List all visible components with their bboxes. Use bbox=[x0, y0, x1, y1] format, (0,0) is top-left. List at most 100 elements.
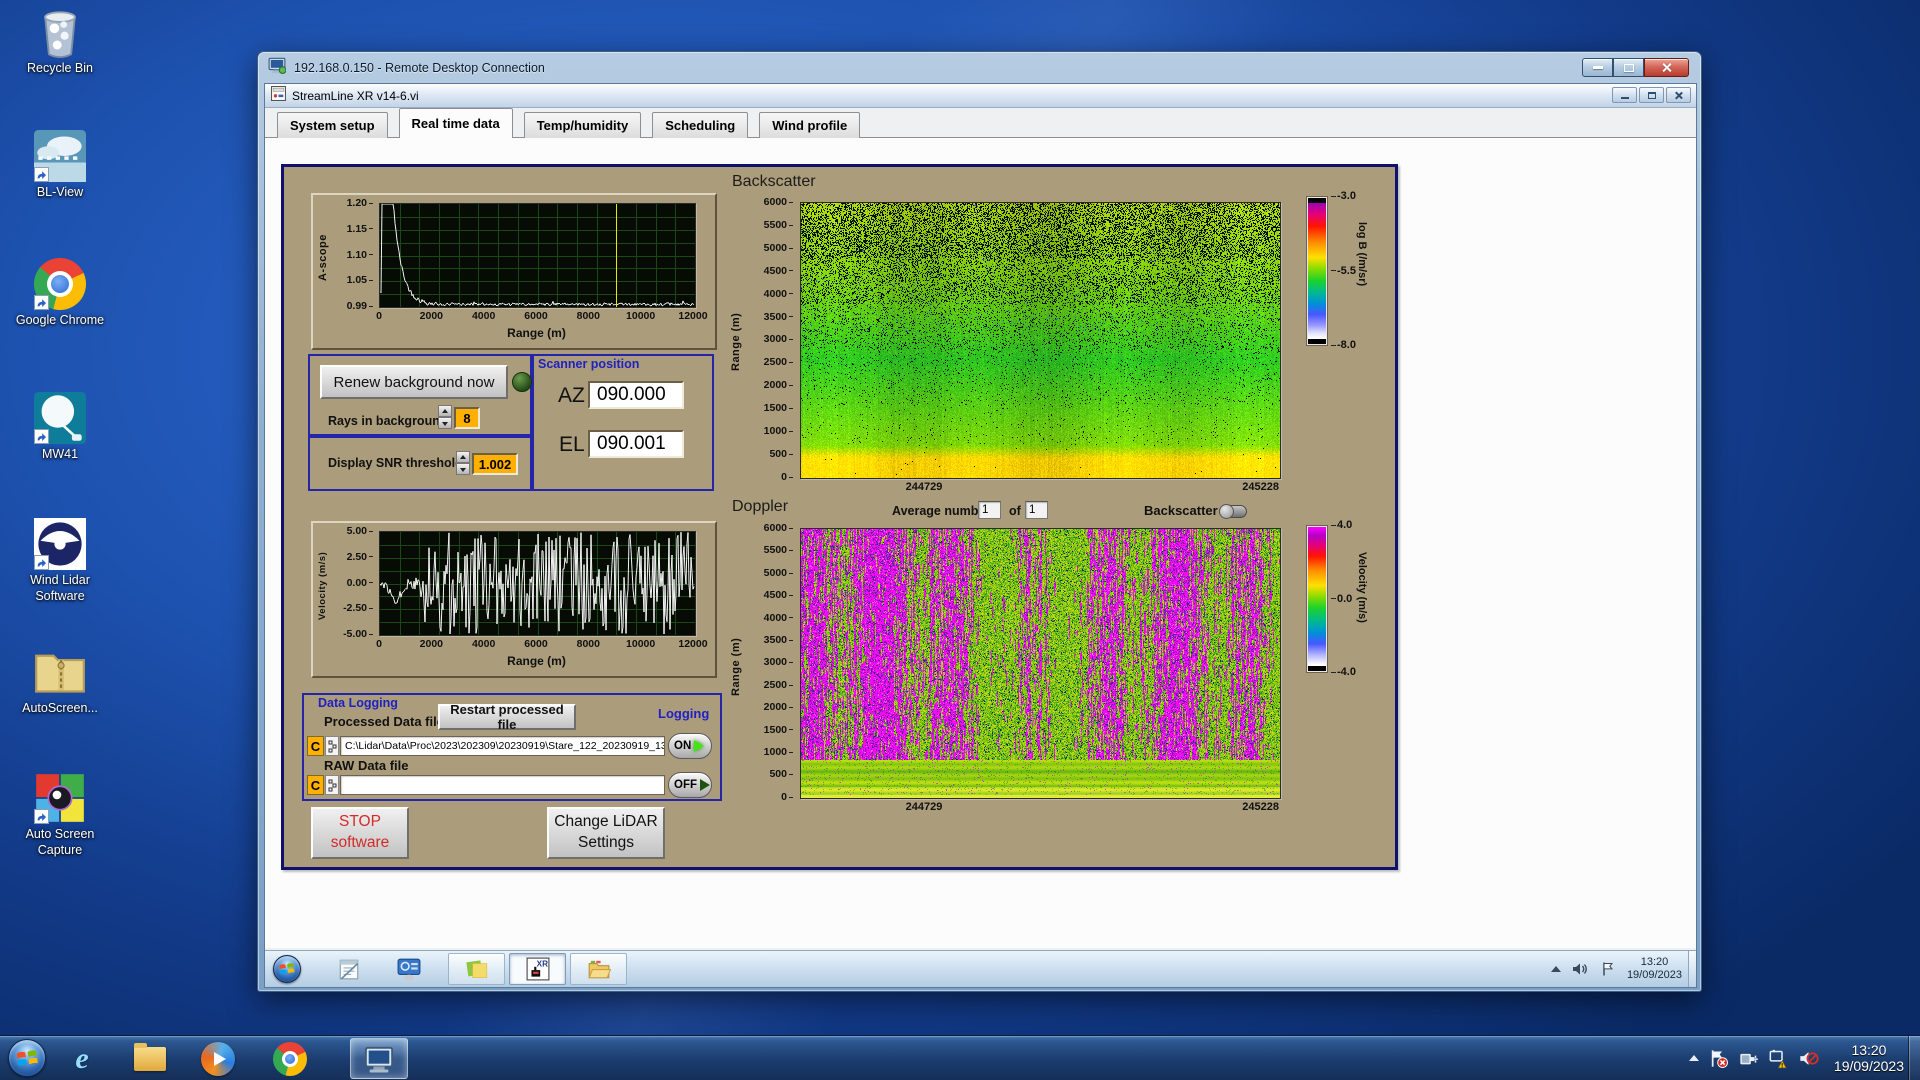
app-window-controls bbox=[1610, 87, 1691, 103]
volume-muted-icon[interactable] bbox=[1798, 1048, 1819, 1069]
app-window: StreamLine XR v14-6.vi System setup Real… bbox=[264, 83, 1697, 988]
rays-spinner[interactable] bbox=[438, 405, 452, 429]
svg-text:XR: XR bbox=[536, 959, 547, 968]
remote-show-desktop-button[interactable] bbox=[1688, 951, 1696, 987]
backscatter-heatmap[interactable] bbox=[800, 202, 1281, 479]
processed-path-field[interactable]: C:\Lidar\Data\Proc\2023\202309\20230919\… bbox=[340, 736, 665, 756]
auto-screen-capture-icon bbox=[34, 772, 86, 824]
close-button[interactable] bbox=[1644, 58, 1689, 77]
average-number-field[interactable]: 1 bbox=[978, 501, 1001, 519]
axis-tick: 0 bbox=[781, 791, 793, 803]
axis-tick: 10000 bbox=[623, 310, 659, 322]
taskbar-button-sticky-notes[interactable] bbox=[448, 953, 505, 985]
show-desktop-button[interactable] bbox=[1908, 1036, 1920, 1080]
desktop-icon-autoscreen-zip[interactable]: AutoScreen... bbox=[8, 646, 112, 717]
axis-tick: 1500 bbox=[764, 724, 793, 736]
renew-background-button[interactable]: Renew background now bbox=[320, 365, 508, 399]
velocity-plot[interactable] bbox=[379, 531, 696, 636]
desktop-icon-wind-lidar[interactable]: Wind Lidar Software bbox=[8, 518, 112, 604]
zip-folder-icon bbox=[34, 646, 86, 698]
azimuth-label: AZ bbox=[558, 384, 585, 408]
snr-value-field[interactable]: 1.002 bbox=[472, 453, 518, 475]
shortcut-arrow-icon bbox=[34, 429, 49, 444]
average-total-field[interactable]: 1 bbox=[1025, 501, 1048, 519]
action-center-flag-error-icon[interactable] bbox=[1708, 1048, 1729, 1069]
axis-tick: 1000 bbox=[764, 425, 793, 437]
velocity-x-ticks: 020004000600080001000012000 bbox=[361, 638, 711, 650]
rdp-computer-icon bbox=[268, 56, 286, 79]
action-center-flag-icon[interactable] bbox=[1599, 960, 1617, 978]
minimize-button[interactable] bbox=[1582, 58, 1613, 77]
rdp-taskbar-button[interactable] bbox=[350, 1038, 408, 1079]
desktop-icon-auto-screen-capture[interactable]: Auto Screen Capture bbox=[8, 772, 112, 858]
tab-wind-profile[interactable]: Wind profile bbox=[759, 112, 860, 138]
processed-path-type-icon[interactable] bbox=[325, 736, 339, 756]
internet-explorer-button[interactable]: e bbox=[62, 1039, 102, 1079]
minimize-button[interactable] bbox=[1612, 87, 1637, 103]
taskbar-button-streamline-xr[interactable]: XR bbox=[509, 953, 566, 985]
axis-tick: 3500 bbox=[764, 311, 793, 323]
tab-system-setup[interactable]: System setup bbox=[277, 112, 388, 138]
chrome-button[interactable] bbox=[270, 1039, 310, 1079]
wind-lidar-icon bbox=[34, 518, 86, 570]
azimuth-field[interactable]: 090.000 bbox=[588, 381, 684, 409]
ascope-plot[interactable] bbox=[379, 203, 696, 308]
ascope-y-axis-label: A-scope bbox=[317, 213, 329, 303]
raw-drive-button[interactable]: C bbox=[307, 775, 324, 795]
axis-tick: 1.05 bbox=[347, 274, 373, 286]
restore-button[interactable] bbox=[1639, 87, 1664, 103]
show-hidden-icons-arrow[interactable] bbox=[1689, 1055, 1699, 1061]
change-lidar-settings-button[interactable]: Change LiDAR Settings bbox=[547, 807, 665, 859]
axis-tick: 1.20 bbox=[347, 197, 373, 209]
doppler-colorbar-label: Velocity (m/s) bbox=[1356, 552, 1368, 652]
rdp-window-controls bbox=[1582, 58, 1689, 77]
axis-tick: 6000 bbox=[764, 522, 793, 534]
data-logging-group: Data Logging Processed Data file Restart… bbox=[302, 693, 722, 801]
device-warning-icon[interactable] bbox=[1768, 1048, 1789, 1069]
media-player-icon bbox=[201, 1042, 235, 1076]
app-titlebar[interactable]: StreamLine XR v14-6.vi bbox=[265, 84, 1696, 108]
desktop-icon-mw41[interactable]: MW41 bbox=[8, 392, 112, 463]
tab-real-time-data[interactable]: Real time data bbox=[399, 108, 513, 138]
remote-clock[interactable]: 13:20 19/09/2023 bbox=[1627, 956, 1682, 982]
desktop-icon-bl-view[interactable]: BL-View bbox=[8, 130, 112, 201]
backscatter-toggle-switch[interactable] bbox=[1219, 505, 1247, 518]
start-button[interactable] bbox=[8, 1039, 46, 1077]
remote-date: 19/09/2023 bbox=[1627, 969, 1682, 982]
show-hidden-icons-arrow[interactable] bbox=[1551, 966, 1561, 972]
processed-drive-button[interactable]: C bbox=[307, 736, 324, 756]
tab-scheduling[interactable]: Scheduling bbox=[652, 112, 748, 138]
desktop-icon-label: MW41 bbox=[42, 447, 78, 463]
stop-software-button[interactable]: STOP software bbox=[311, 807, 409, 859]
backscatter-colorbar-label: log B (/m/sr) bbox=[1356, 222, 1368, 332]
restart-processed-file-button[interactable]: Restart processed file bbox=[438, 704, 576, 730]
shortcut-arrow-icon bbox=[34, 555, 49, 570]
elevation-field[interactable]: 090.001 bbox=[588, 430, 684, 458]
desktop-icon-google-chrome[interactable]: Google Chrome bbox=[8, 258, 112, 329]
desktop-icon-label: Google Chrome bbox=[16, 313, 104, 329]
windows-explorer-button[interactable] bbox=[130, 1039, 170, 1079]
taskbar-button-explorer[interactable] bbox=[570, 953, 627, 985]
raw-path-type-icon[interactable] bbox=[325, 775, 339, 795]
notepad-icon[interactable] bbox=[337, 957, 361, 981]
power-plug-icon[interactable] bbox=[1738, 1048, 1759, 1069]
doppler-heatmap[interactable] bbox=[800, 528, 1281, 799]
processed-logging-on-switch[interactable]: ON bbox=[668, 733, 712, 759]
media-player-button[interactable] bbox=[198, 1039, 238, 1079]
remote-start-button[interactable] bbox=[273, 955, 301, 983]
host-taskbar: e 13:20 19/09/2023 bbox=[0, 1035, 1920, 1080]
raw-path-field[interactable] bbox=[340, 775, 665, 795]
sticky-notes-icon bbox=[465, 957, 489, 981]
volume-icon[interactable] bbox=[1571, 960, 1589, 978]
snr-spinner[interactable] bbox=[456, 451, 470, 475]
maximize-button[interactable] bbox=[1613, 58, 1644, 77]
tab-temp-humidity[interactable]: Temp/humidity bbox=[524, 112, 641, 138]
display-settings-icon[interactable] bbox=[397, 957, 421, 981]
rdp-titlebar[interactable]: 192.168.0.150 - Remote Desktop Connectio… bbox=[258, 52, 1701, 83]
ascope-y-ticks: 1.201.151.101.050.99 bbox=[333, 197, 373, 312]
raw-logging-off-switch[interactable]: OFF bbox=[668, 772, 712, 798]
desktop-icon-recycle-bin[interactable]: Recycle Bin bbox=[8, 6, 112, 77]
rays-value-field[interactable]: 8 bbox=[454, 407, 480, 429]
clock[interactable]: 13:20 19/09/2023 bbox=[1834, 1042, 1904, 1074]
close-button[interactable] bbox=[1666, 87, 1691, 103]
